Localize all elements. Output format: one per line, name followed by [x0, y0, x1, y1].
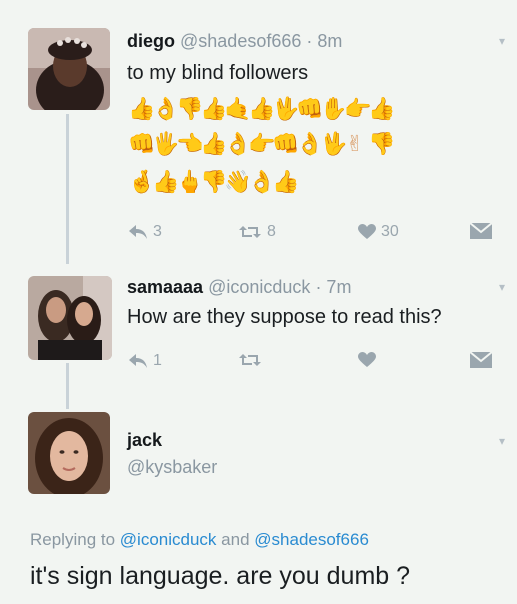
- like-count: 30: [381, 223, 399, 240]
- author-handle[interactable]: @kysbaker: [127, 457, 217, 477]
- hand-emoji: 👈: [176, 131, 204, 156]
- hand-emoji: 👍: [272, 169, 300, 194]
- dm-button[interactable]: [470, 223, 492, 239]
- hand-emoji: ✌: [345, 131, 365, 156]
- heart-icon: [358, 224, 376, 239]
- chevron-down-icon[interactable]: ▾: [499, 434, 511, 448]
- hand-emoji: 🖐: [152, 131, 180, 156]
- hand-emoji: 🖕: [176, 169, 204, 194]
- avatar-samaaaa[interactable]: [28, 276, 112, 360]
- retweet-button[interactable]: 8: [238, 223, 276, 241]
- hand-emoji: 👋: [224, 169, 252, 194]
- hand-emoji: 👌: [296, 131, 324, 156]
- hand-emoji: 👌: [224, 131, 252, 156]
- reply-icon: [129, 354, 147, 368]
- hand-emoji: 🤞: [128, 169, 156, 194]
- hand-emoji: 👍: [200, 131, 228, 156]
- tweet-1-text: to my blind followers: [127, 62, 309, 84]
- retweet-count: 8: [267, 223, 276, 240]
- avatar-jack[interactable]: [28, 412, 110, 494]
- tweet-3-handle-row: @kysbaker: [127, 457, 217, 478]
- tweet-3-text: it's sign language. are you dumb ?: [30, 562, 411, 590]
- dm-button[interactable]: [470, 352, 492, 368]
- mention-shadesof666[interactable]: @shadesof666: [254, 530, 369, 549]
- envelope-icon: [470, 223, 492, 239]
- hand-emoji: 👍: [128, 96, 156, 121]
- author-name[interactable]: diego: [127, 31, 175, 51]
- tweet-1-header: diego @shadesof666 · 8m: [127, 31, 342, 52]
- author-name[interactable]: samaaaa: [127, 277, 203, 297]
- chevron-down-icon[interactable]: ▾: [499, 34, 511, 48]
- reply-icon: [129, 225, 147, 239]
- tweet-1-actions: 3 8 30: [128, 223, 498, 249]
- hand-emoji: 👊: [296, 96, 324, 121]
- retweet-button[interactable]: [238, 352, 267, 368]
- hand-emoji: 👍: [248, 96, 276, 121]
- hand-emoji: 🖖: [320, 131, 348, 156]
- author-name[interactable]: jack: [127, 430, 162, 451]
- emoji-row-1: 👍 👌 👎 👍 🤙 👍 🖖 👊 ✋ 👉 👍: [128, 96, 396, 122]
- replying-to: Replying to @iconicduck and @shadesof666: [30, 530, 369, 550]
- hand-emoji: 👌: [248, 169, 276, 194]
- hand-emoji: 👍: [152, 169, 180, 194]
- avatar-photo: [28, 28, 110, 110]
- retweet-icon: [239, 354, 261, 366]
- hand-emoji: 👊: [272, 131, 300, 156]
- hand-emoji: 👉: [344, 96, 372, 121]
- hand-emoji: 👌: [152, 96, 180, 121]
- heart-icon: [358, 352, 376, 367]
- mention-iconicduck[interactable]: @iconicduck: [120, 530, 217, 549]
- avatar-photo: [28, 412, 110, 494]
- tweet-2-actions: 1: [128, 352, 498, 378]
- timestamp[interactable]: · 8m: [306, 31, 342, 51]
- emoji-row-2: 👊 🖐 👈 👍 👌 👉 👊 👌 🖖 ✌ 👎: [128, 131, 396, 157]
- tweet-3-header: jack: [127, 430, 162, 451]
- thread-line-1: [66, 114, 69, 264]
- timestamp[interactable]: · 7m: [315, 277, 351, 297]
- hand-emoji: 👍: [368, 96, 396, 121]
- reply-count: 1: [153, 352, 162, 369]
- tweet-2-header: samaaaa @iconicduck · 7m: [127, 277, 351, 298]
- hand-emoji: 👉: [248, 131, 276, 156]
- reply-button[interactable]: 3: [128, 223, 162, 241]
- tweet-2-text: How are they suppose to read this?: [127, 306, 442, 328]
- chevron-down-icon[interactable]: ▾: [499, 280, 511, 294]
- hand-emoji: 👎: [176, 96, 204, 121]
- reply-count: 3: [153, 223, 162, 240]
- hand-emoji: 🖖: [272, 96, 300, 121]
- hand-emoji: 👎: [200, 169, 228, 194]
- like-button[interactable]: [358, 352, 381, 368]
- hand-emoji: ✋: [320, 96, 348, 121]
- hand-emoji: 👊: [128, 131, 156, 156]
- avatar-diego[interactable]: [28, 28, 110, 110]
- author-handle[interactable]: @iconicduck: [208, 277, 310, 297]
- retweet-icon: [239, 226, 261, 238]
- replying-joiner: and: [221, 530, 250, 549]
- envelope-icon: [470, 352, 492, 368]
- emoji-row-3: 🤞 👍 🖕 👎 👋 👌 👍: [128, 169, 300, 195]
- like-button[interactable]: 30: [358, 223, 399, 241]
- author-handle[interactable]: @shadesof666: [180, 31, 301, 51]
- thread-line-2: [66, 363, 69, 409]
- avatar-photo: [28, 276, 112, 360]
- reply-button[interactable]: 1: [128, 352, 162, 370]
- hand-emoji: 👍: [200, 96, 228, 121]
- hand-emoji: 👎: [368, 131, 396, 156]
- hand-emoji: 🤙: [224, 96, 252, 121]
- replying-prefix: Replying to: [30, 530, 116, 549]
